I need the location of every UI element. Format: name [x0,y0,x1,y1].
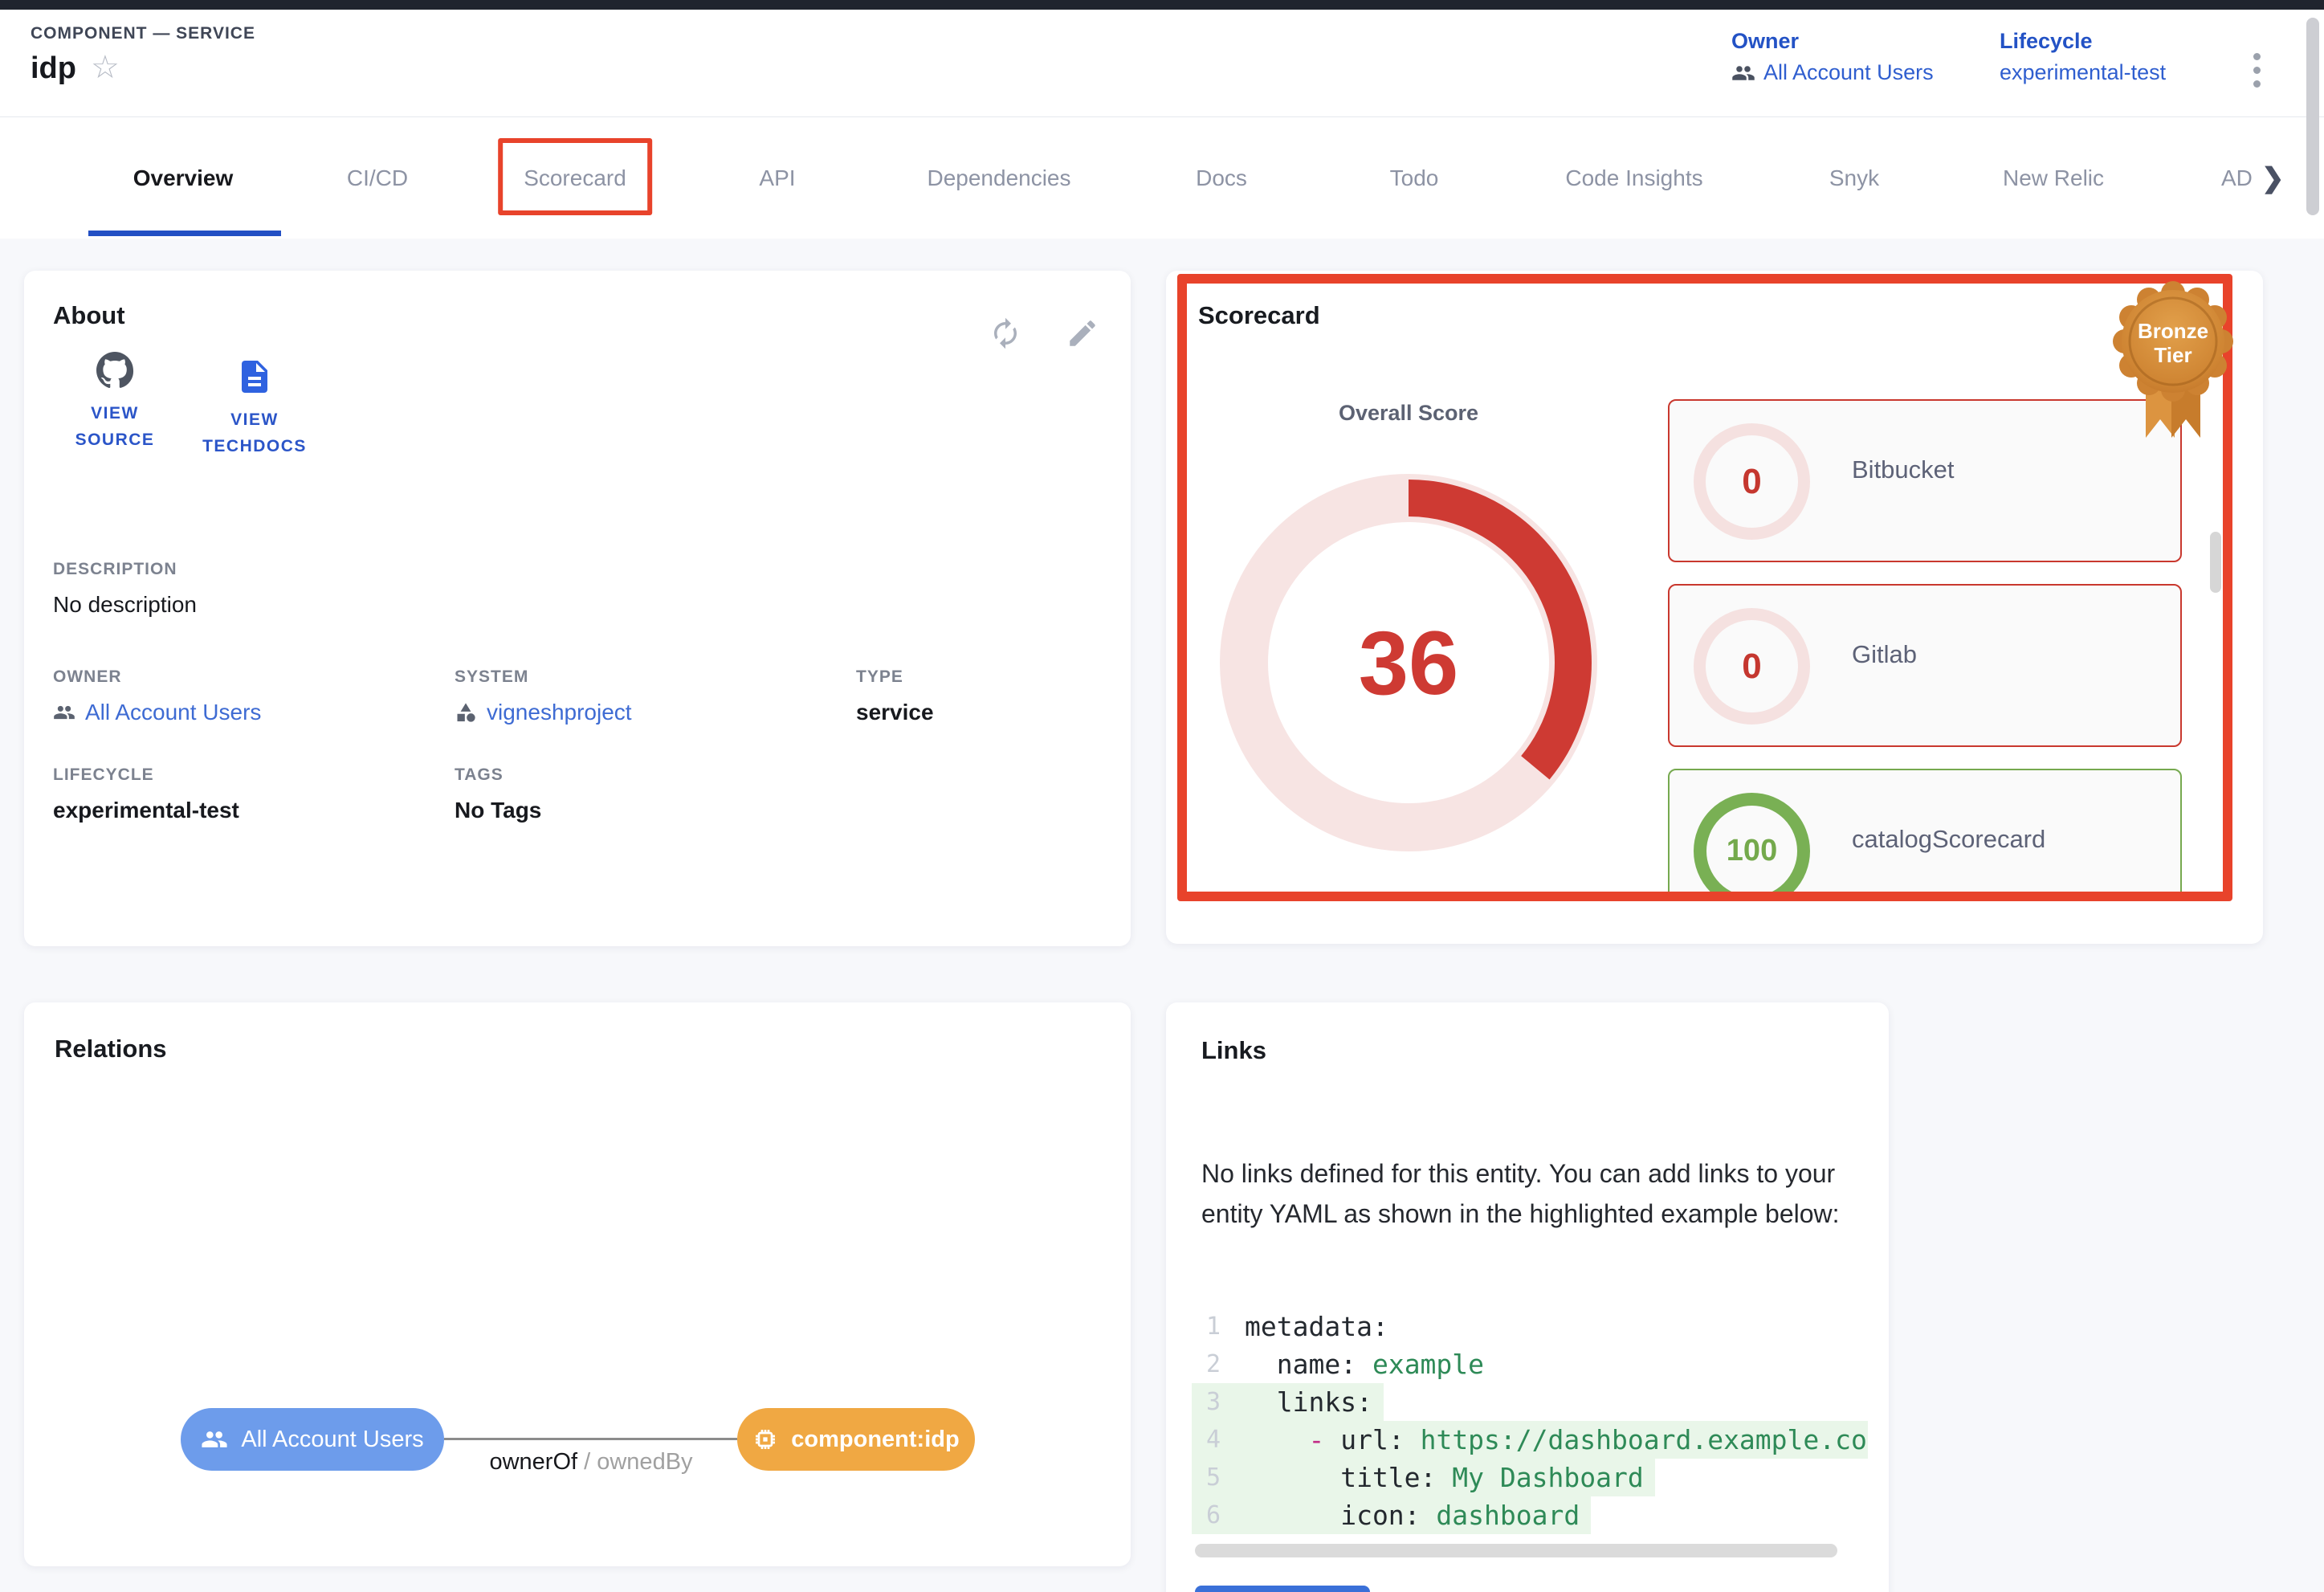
description-label: DESCRIPTION [53,560,197,579]
about-card: About VIEW SOURCE VIEW TECHDOCS DESCRIPT… [24,271,1131,946]
refresh-icon[interactable] [986,314,1025,353]
kebab-menu-icon[interactable] [2249,48,2265,92]
browser-top-bar [0,0,2324,10]
entity-tab-bar: Overview CI/CD Scorecard API Dependencies Doc… [0,117,2324,239]
relations-card: Relations All Account Users component:id… [24,1002,1131,1566]
system-field-label: SYSTEM [455,667,632,687]
scorecard-list: 0 Bitbucket 0 Gitlab 100 catalogScorecar… [1668,399,2182,901]
system-icon [455,701,477,724]
relation-edge [444,1438,737,1440]
system-field-link[interactable]: vigneshproject [455,700,632,725]
view-techdocs-label: VIEW TECHDOCS [202,407,307,459]
owner-value: All Account Users [1763,60,1934,85]
owner-field-label: OWNER [53,667,261,687]
links-action-button[interactable] [1195,1586,1370,1592]
badge-line2: Tier [2154,343,2191,367]
tab-scorecard[interactable]: Scorecard [524,117,626,239]
breadcrumb: COMPONENT — SERVICE [31,24,255,43]
code-line: 1metadata: [1192,1308,1868,1345]
scorecard-card: Scorecard Bronze Tier Overall Score [1166,271,2263,944]
code-horizontal-scrollbar-thumb[interactable] [1195,1544,1837,1557]
tab-api[interactable]: API [759,117,795,239]
people-icon [201,1426,228,1453]
relation-edge-label: ownerOf / ownedBy [442,1449,740,1476]
favorite-star-icon[interactable]: ☆ [91,51,120,84]
active-tab-underline [88,231,281,236]
yaml-example-code: 1metadata:2 name: example3 links:4 - url… [1192,1308,1868,1534]
links-card: Links No links defined for this entity. … [1166,1002,1889,1592]
overall-score-gauge: 36 [1216,470,1601,855]
page-title: idp [31,51,76,86]
relation-node-owner-label: All Account Users [241,1427,423,1453]
scorecard-title: Scorecard [1198,301,1320,330]
overall-score-label: Overall Score [1216,401,1601,426]
score-gauge: 0 [1694,608,1810,725]
github-icon [96,351,134,390]
code-line: 5 title: My Dashboard [1192,1459,1655,1496]
relations-title: Relations [55,1035,167,1063]
tab-todo[interactable]: Todo [1390,117,1439,239]
overall-score-value: 36 [1216,470,1601,855]
links-title: Links [1201,1036,1266,1065]
tabs-scroll-right-chevron-icon[interactable]: ❯ [2261,117,2285,239]
page-scrollbar-thumb[interactable] [2306,18,2319,215]
owner-field-link[interactable]: All Account Users [53,700,261,725]
relation-node-component-label: component:idp [791,1427,959,1453]
edit-icon[interactable] [1063,314,1102,353]
score-gauge: 100 [1694,793,1810,901]
tab-code-insights[interactable]: Code Insights [1565,117,1702,239]
tags-field-value: No Tags [455,798,541,823]
about-title: About [53,301,125,330]
chip-icon [752,1427,778,1452]
relation-node-owner[interactable]: All Account Users [181,1408,444,1471]
scorecard-list-scrollbar-thumb[interactable] [2210,532,2221,593]
people-icon [1731,61,1755,85]
entity-page: COMPONENT — SERVICE idp ☆ Owner All Acco… [0,0,2324,1592]
type-field-value: service [856,700,934,725]
entity-header: COMPONENT — SERVICE idp ☆ Owner All Acco… [0,10,2324,117]
tab-snyk[interactable]: Snyk [1829,117,1879,239]
bronze-tier-badge: Bronze Tier [2104,279,2242,443]
code-line: 2 name: example [1192,1345,1868,1383]
people-icon [53,701,75,724]
scorecard-item-catalogscorecard[interactable]: 100 catalogScorecard [1668,769,2182,901]
view-source-link[interactable]: VIEW SOURCE [63,351,167,453]
owner-label: Owner [1731,29,1934,54]
tab-dependencies[interactable]: Dependencies [927,117,1070,239]
tab-new-relic[interactable]: New Relic [2003,117,2104,239]
lifecycle-label: Lifecycle [2000,29,2166,54]
score-gauge: 0 [1694,423,1810,540]
tab-ci-cd[interactable]: CI/CD [347,117,408,239]
code-line: 6 icon: dashboard [1192,1496,1591,1534]
tab-overview[interactable]: Overview [133,117,234,239]
type-field-label: TYPE [856,667,934,687]
badge-line1: Bronze [2138,319,2208,343]
code-line: 3 links: [1192,1383,1384,1421]
lifecycle-value: experimental-test [2000,60,2166,85]
view-techdocs-link[interactable]: VIEW TECHDOCS [202,357,307,459]
tab-ad[interactable]: AD [2221,117,2263,239]
techdocs-icon [235,357,274,396]
description-value: No description [53,592,197,618]
tab-docs[interactable]: Docs [1196,117,1247,239]
view-source-label: VIEW SOURCE [63,401,167,453]
tags-field-label: TAGS [455,765,541,785]
lifecycle-field-label: LIFECYCLE [53,765,239,785]
code-line: 4 - url: https://dashboard.example.com [1192,1421,1868,1459]
scorecard-item-gitlab[interactable]: 0 Gitlab [1668,584,2182,747]
owner-link[interactable]: All Account Users [1731,60,1934,85]
relation-node-component[interactable]: component:idp [737,1408,975,1471]
links-empty-message: No links defined for this entity. You ca… [1201,1153,1868,1234]
lifecycle-field-value: experimental-test [53,798,239,823]
